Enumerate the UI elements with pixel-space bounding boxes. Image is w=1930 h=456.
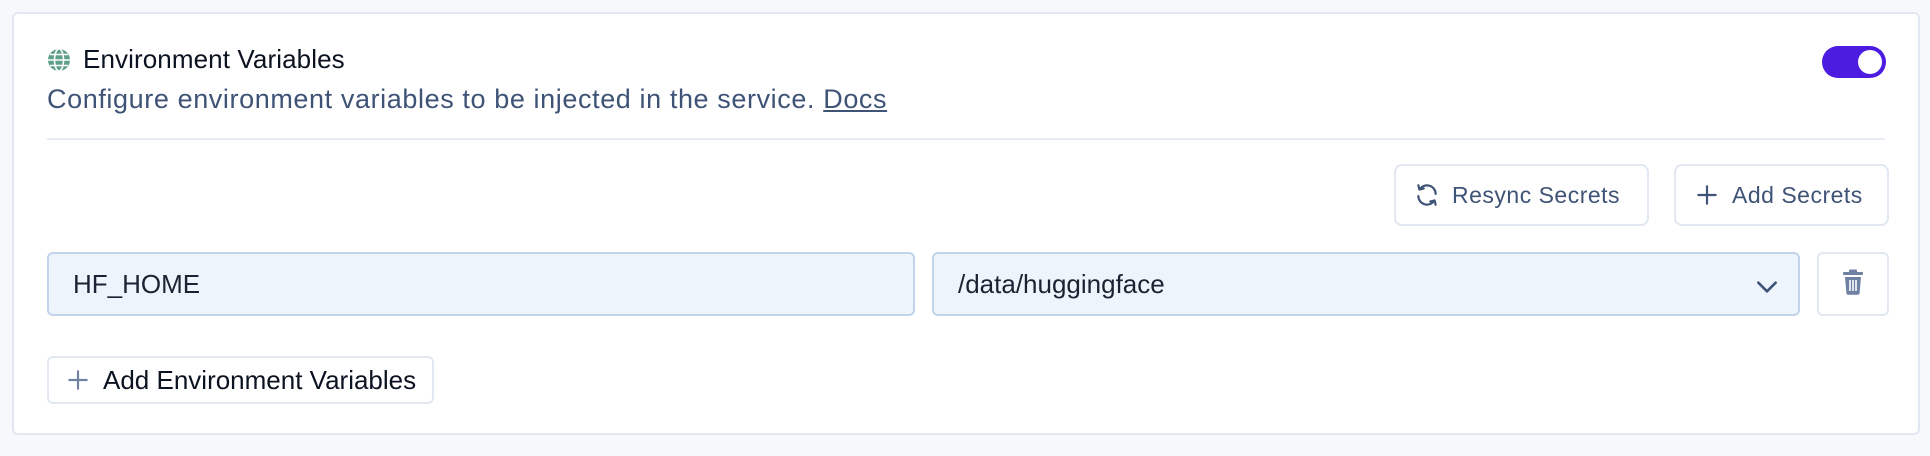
description-text: Configure environment variables to be in… xyxy=(47,84,816,114)
add-environment-variables-label: Add Environment Variables xyxy=(103,364,417,395)
globe-icon xyxy=(47,47,71,72)
section-title: Environment Variables xyxy=(83,44,345,74)
toggle-knob xyxy=(1858,50,1882,74)
chevron-down-icon[interactable] xyxy=(1754,274,1780,300)
environment-variables-card: Environment Variables Configure environm… xyxy=(12,12,1920,435)
divider xyxy=(47,138,1885,140)
delete-variable-button[interactable] xyxy=(1817,252,1889,316)
plus-icon xyxy=(65,367,91,393)
section-header: Environment Variables xyxy=(47,44,345,75)
trash-icon xyxy=(1841,269,1865,300)
plus-icon xyxy=(1694,182,1720,208)
section-description: Configure environment variables to be in… xyxy=(47,84,887,115)
add-secrets-button[interactable]: Add Secrets xyxy=(1674,164,1889,226)
env-value-text: /data/huggingface xyxy=(958,268,1165,299)
enable-toggle[interactable] xyxy=(1822,46,1886,78)
resync-secrets-label: Resync Secrets xyxy=(1452,181,1621,208)
resync-secrets-button[interactable]: Resync Secrets xyxy=(1394,164,1649,226)
refresh-icon xyxy=(1414,182,1440,208)
add-environment-variables-button[interactable]: Add Environment Variables xyxy=(47,356,435,404)
docs-link[interactable]: Docs xyxy=(823,84,887,114)
env-value-select[interactable]: /data/huggingface xyxy=(932,252,1800,316)
env-key-input[interactable]: HF_HOME xyxy=(47,252,915,316)
add-secrets-label: Add Secrets xyxy=(1732,181,1863,208)
